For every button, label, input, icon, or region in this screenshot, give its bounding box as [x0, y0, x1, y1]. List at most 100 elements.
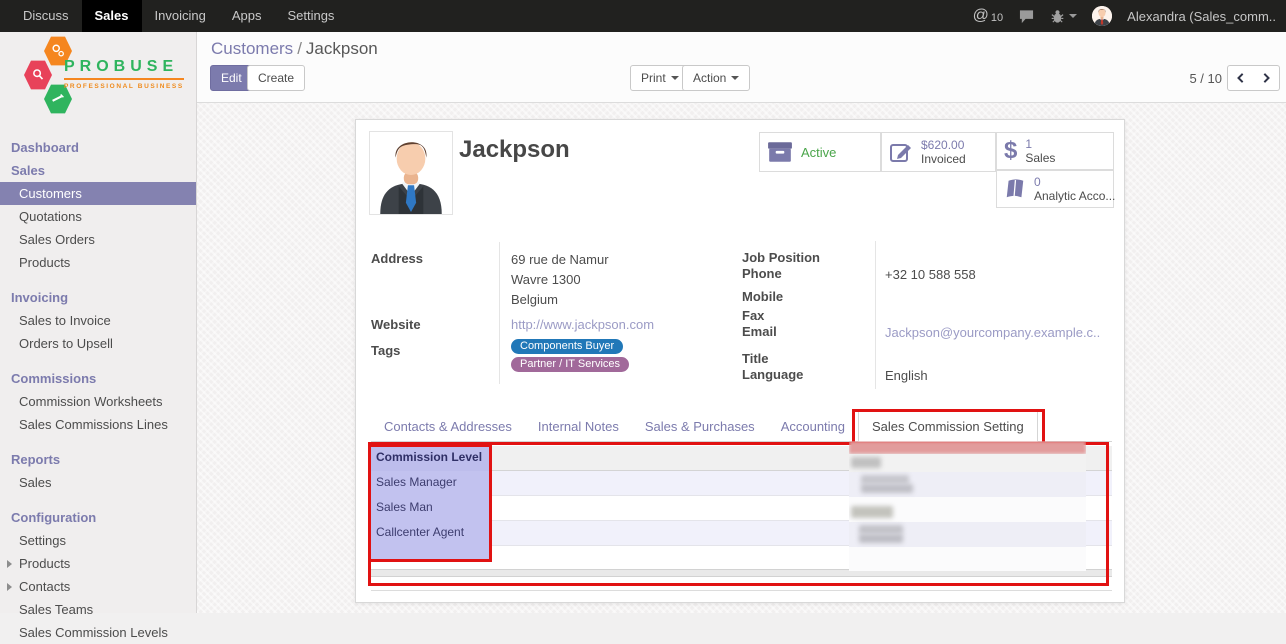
print-button[interactable]: Print — [630, 65, 690, 91]
sidebar-header-configuration[interactable]: Configuration — [0, 506, 196, 529]
breadcrumb-current: Jackpson — [306, 39, 378, 58]
sidebar-item-sales-teams[interactable]: Sales Teams — [0, 598, 196, 621]
brand-text: PROBUSE PROFESSIONAL BUSINESS — [64, 58, 184, 90]
chevron-down-icon — [1069, 14, 1077, 18]
sidebar-item-reports-sales[interactable]: Sales — [0, 471, 196, 494]
fax-label: Fax — [742, 308, 764, 323]
sidebar-item-sales-commissions-lines[interactable]: Sales Commissions Lines — [0, 413, 196, 436]
address-label: Address — [371, 251, 423, 266]
pager-next-button[interactable] — [1253, 65, 1280, 91]
sidebar-item-commission-worksheets[interactable]: Commission Worksheets — [0, 390, 196, 413]
systray: @ 10 Alexandra (Sales_c — [973, 0, 1286, 32]
sidebar-header-reports[interactable]: Reports — [0, 448, 196, 471]
sidebar-item-products[interactable]: Products — [0, 251, 196, 274]
brand-name: PROBUSE — [64, 58, 184, 80]
tab-accounting[interactable]: Accounting — [768, 412, 858, 441]
table-bottom-border — [371, 590, 1112, 591]
breadcrumb: Customers/Jackpson — [211, 39, 378, 59]
sidebar-item-config-products[interactable]: Products — [0, 552, 196, 575]
menu-invoicing[interactable]: Invoicing — [142, 0, 219, 32]
tab-internal-notes[interactable]: Internal Notes — [525, 412, 632, 441]
messages-icon[interactable] — [1018, 9, 1035, 24]
active-stat-button[interactable]: Active — [759, 132, 881, 172]
sidebar-item-customers[interactable]: Customers — [0, 182, 196, 205]
pager-counter: 5 / 10 — [1189, 71, 1222, 86]
sidebar-item-orders-to-upsell[interactable]: Orders to Upsell — [0, 332, 196, 355]
book-icon — [1004, 178, 1026, 200]
invoiced-amount: $620.00 — [921, 138, 966, 152]
email-label: Email — [742, 324, 777, 339]
brand-tagline: PROFESSIONAL BUSINESS — [64, 83, 184, 90]
expand-arrow-icon — [7, 560, 12, 568]
mobile-label: Mobile — [742, 289, 783, 304]
app-menu: Discuss Sales Invoicing Apps Settings — [0, 0, 347, 32]
redacted-blob — [861, 475, 909, 484]
sidebar-header-commissions[interactable]: Commissions — [0, 367, 196, 390]
menu-settings[interactable]: Settings — [274, 0, 347, 32]
sales-stat-button[interactable]: $ 1 Sales — [996, 132, 1114, 170]
active-status-label: Active — [801, 145, 836, 160]
sidebar-header-invoicing[interactable]: Invoicing — [0, 286, 196, 309]
logo-hex-magnifier-icon — [24, 60, 52, 90]
invoiced-stat-button[interactable]: $620.00 Invoiced — [881, 132, 996, 172]
redacted-blob — [859, 534, 903, 543]
tag-partner-it-services[interactable]: Partner / IT Services — [511, 357, 629, 372]
phone-label: Phone — [742, 266, 782, 281]
customer-photo[interactable] — [369, 131, 453, 215]
commission-level-cell: Callcenter Agent — [371, 521, 492, 546]
sales-label: Sales — [1025, 151, 1055, 165]
archive-box-icon — [767, 141, 793, 163]
breadcrumb-separator: / — [293, 39, 306, 58]
tab-sales-commission-setting[interactable]: Sales Commission Setting — [858, 411, 1038, 442]
tab-contacts-addresses[interactable]: Contacts & Addresses — [371, 412, 525, 441]
email-link[interactable]: Jackpson@yourcompany.example.c.. — [885, 325, 1100, 340]
control-panel: Customers/Jackpson Edit Create Print Act… — [197, 32, 1286, 103]
language-label: Language — [742, 367, 803, 382]
redacted-header-band — [849, 454, 1086, 472]
website-link[interactable]: http://www.jackpson.com — [511, 317, 654, 332]
user-avatar[interactable] — [1092, 6, 1112, 26]
analytic-stat-button[interactable]: 0 Analytic Acco... — [996, 170, 1114, 208]
invoiced-label: Invoiced — [921, 152, 966, 166]
redacted-pink-strip — [849, 441, 1086, 454]
phone-value: +32 10 588 558 — [885, 267, 976, 282]
menu-apps[interactable]: Apps — [219, 0, 275, 32]
pager-previous-button[interactable] — [1227, 65, 1254, 91]
pencil-square-icon — [889, 140, 913, 164]
create-button[interactable]: Create — [247, 65, 305, 91]
tab-label: Sales Commission Setting — [872, 419, 1024, 434]
probuse-logo: PROBUSE PROFESSIONAL BUSINESS — [0, 32, 196, 124]
action-label: Action — [693, 66, 726, 90]
commission-level-cell: Sales Manager — [371, 471, 492, 496]
breadcrumb-customers-link[interactable]: Customers — [211, 39, 293, 58]
user-name[interactable]: Alexandra (Sales_comm.. — [1127, 9, 1276, 24]
menu-discuss[interactable]: Discuss — [10, 0, 82, 32]
mentions-button[interactable]: @ 10 — [973, 8, 1004, 24]
redacted-body — [849, 454, 1086, 571]
sidebar-header-sales[interactable]: Sales — [0, 159, 196, 182]
commission-level-cell-empty — [371, 546, 492, 561]
at-icon: @ — [973, 8, 989, 24]
sidebar-item-sales-commission-levels[interactable]: Sales Commission Levels — [0, 621, 196, 644]
analytic-count: 0 — [1034, 175, 1115, 189]
sidebar-item-label: Products — [19, 556, 70, 571]
tab-sales-purchases[interactable]: Sales & Purchases — [632, 412, 768, 441]
sidebar-item-quotations[interactable]: Quotations — [0, 205, 196, 228]
sidebar-header-dashboard[interactable]: Dashboard — [0, 136, 196, 159]
sidebar-item-sales-to-invoice[interactable]: Sales to Invoice — [0, 309, 196, 332]
analytic-label: Analytic Acco... — [1034, 189, 1115, 203]
mention-count: 10 — [991, 12, 1003, 24]
sidebar-item-sales-orders[interactable]: Sales Orders — [0, 228, 196, 251]
sidebar-item-settings[interactable]: Settings — [0, 529, 196, 552]
tags-label: Tags — [371, 343, 400, 358]
main-area: Customers/Jackpson Edit Create Print Act… — [197, 32, 1286, 613]
address-line-3: Belgium — [511, 292, 558, 307]
address-line-1: 69 rue de Namur — [511, 252, 609, 267]
action-button[interactable]: Action — [682, 65, 750, 91]
menu-sales[interactable]: Sales — [82, 0, 142, 32]
commission-level-header: Commission Level — [371, 446, 492, 471]
sidebar-item-config-contacts[interactable]: Contacts — [0, 575, 196, 598]
notebook-tabs: Contacts & Addresses Internal Notes Sale… — [371, 412, 1112, 442]
debug-icon[interactable] — [1050, 9, 1077, 24]
tag-components-buyer[interactable]: Components Buyer — [511, 339, 623, 354]
